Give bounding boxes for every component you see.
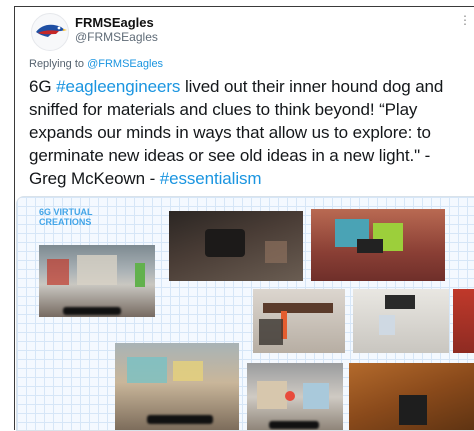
media-image[interactable]: 6G VIRTUAL CREATIONS xyxy=(16,196,474,431)
replying-to: Replying to @FRMSEagles xyxy=(29,58,163,70)
hashtag-eagleengineers[interactable]: #eagleengineers xyxy=(56,77,180,96)
replying-prefix: Replying to xyxy=(29,58,88,70)
photo-4 xyxy=(253,289,345,353)
redacted-face xyxy=(147,415,213,424)
media-label: 6G VIRTUAL CREATIONS xyxy=(39,207,93,227)
redacted-face xyxy=(269,421,319,429)
tweet-text: 6G #eagleengineers lived out their inner… xyxy=(29,75,469,190)
user-handle[interactable]: @FRMSEagles xyxy=(75,30,158,45)
eagle-logo-icon xyxy=(36,24,67,37)
hashtag-essentialism[interactable]: #essentialism xyxy=(160,169,262,188)
photo-6 xyxy=(453,289,474,353)
tweet-text-part: 6G xyxy=(29,77,57,96)
tweet-header: FRMSEagles @FRMSEagles ⋮ xyxy=(25,13,474,51)
photo-5 xyxy=(353,289,449,353)
photo-3 xyxy=(311,209,445,281)
display-name[interactable]: FRMSEagles xyxy=(75,15,158,30)
redacted-face xyxy=(63,307,121,315)
more-icon[interactable]: ⋮ xyxy=(459,13,471,27)
avatar[interactable] xyxy=(31,13,69,51)
photo-2 xyxy=(169,211,303,281)
photo-9 xyxy=(349,363,474,430)
replying-mention-link[interactable]: @FRMSEagles xyxy=(87,58,163,70)
